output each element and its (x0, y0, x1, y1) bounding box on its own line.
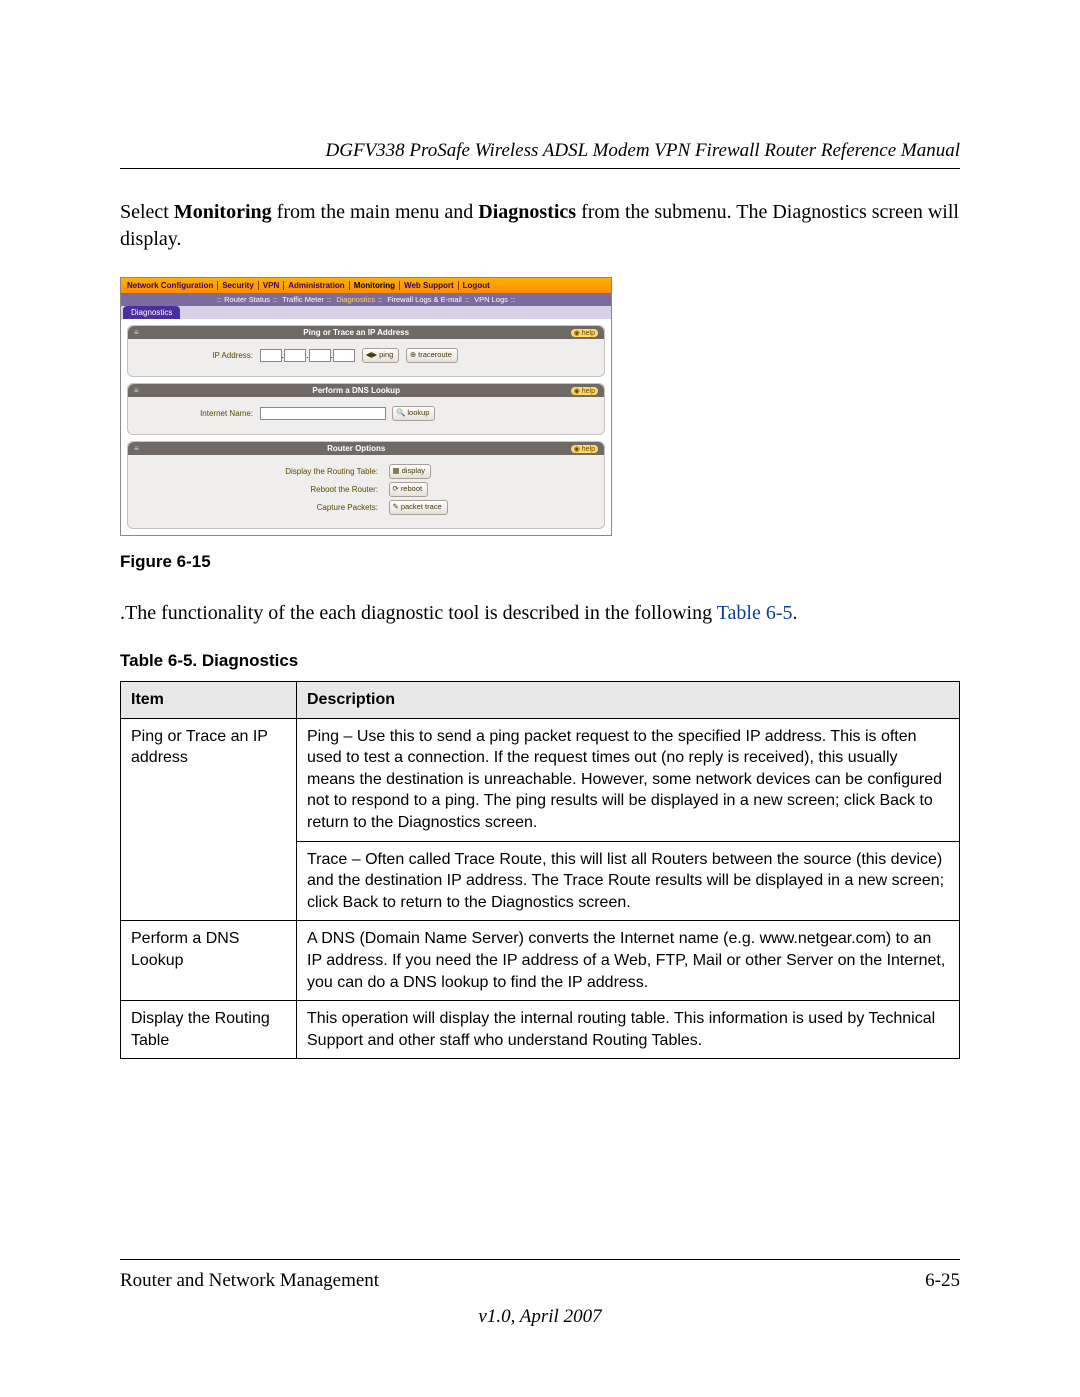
subnav-firewall-logs[interactable]: Firewall Logs & E-mail (384, 295, 465, 304)
main-menu-bar: Network Configuration Security VPN Admin… (121, 278, 611, 293)
table-caption: Table 6-5. Diagnostics (120, 651, 960, 671)
traceroute-icon: ⊕ (410, 350, 416, 359)
submenu-bar: ::Router Status:: Traffic Meter:: Diagno… (121, 293, 611, 306)
ip-address-label: IP Address: (138, 351, 253, 360)
capture-label: Capture Packets: (138, 503, 378, 512)
nav-security[interactable]: Security (217, 281, 258, 290)
cell-item: Display the Routing Table (121, 1001, 297, 1059)
subnav-router-status[interactable]: Router Status (221, 295, 273, 304)
traceroute-button[interactable]: ⊕traceroute (406, 348, 458, 363)
nav-vpn[interactable]: VPN (258, 281, 283, 290)
reboot-label: Reboot the Router: (138, 485, 378, 494)
tab-diagnostics[interactable]: Diagnostics (123, 306, 180, 319)
ip-octet-2[interactable] (284, 349, 306, 362)
nav-web-support[interactable]: Web Support (399, 281, 458, 290)
figure-caption: Figure 6-15 (120, 552, 960, 572)
diagnostics-table: Item Description Ping or Trace an IP add… (120, 681, 960, 1059)
ip-octet-1[interactable] (260, 349, 282, 362)
panel-router-options: Router Options ◉ help Display the Routin… (127, 441, 605, 529)
routing-table-label: Display the Routing Table: (138, 467, 378, 476)
th-description: Description (297, 682, 960, 719)
internet-name-input[interactable] (260, 407, 386, 420)
ip-octet-3[interactable] (309, 349, 331, 362)
table-icon: ▦ (393, 466, 400, 475)
cell-desc: This operation will display the internal… (297, 1001, 960, 1059)
panel-title: Perform a DNS Lookup (312, 386, 400, 395)
packet-trace-button[interactable]: ✎packet trace (389, 500, 448, 515)
display-button[interactable]: ▦display (389, 464, 431, 479)
internet-name-label: Internet Name: (138, 409, 253, 418)
panel-ping-trace: Ping or Trace an IP Address ◉ help IP Ad… (127, 325, 605, 377)
power-icon: ⟳ (393, 484, 399, 493)
text: from the main menu and (272, 201, 479, 223)
help-link[interactable]: ◉ help (571, 329, 598, 337)
lookup-button[interactable]: 🔍lookup (392, 406, 435, 421)
nav-network-configuration[interactable]: Network Configuration (123, 281, 217, 290)
subnav-diagnostics[interactable]: Diagnostics (333, 295, 378, 304)
subnav-traffic-meter[interactable]: Traffic Meter (279, 295, 327, 304)
cell-desc: Trace – Often called Trace Route, this w… (297, 841, 960, 921)
th-item: Item (121, 682, 297, 719)
ping-icon: ◀▶ (366, 350, 378, 359)
page-footer: Router and Network Management 6-25 v1.0,… (120, 1259, 960, 1328)
ping-button[interactable]: ◀▶ping (362, 348, 400, 363)
table-link[interactable]: Table 6-5 (717, 602, 793, 624)
subnav-vpn-logs[interactable]: VPN Logs (471, 295, 511, 304)
capture-icon: ✎ (393, 502, 399, 511)
panel-dns-lookup: Perform a DNS Lookup ◉ help Internet Nam… (127, 383, 605, 435)
panel-title: Router Options (327, 444, 385, 453)
running-head: DGFV338 ProSafe Wireless ADSL Modem VPN … (120, 140, 960, 169)
nav-logout[interactable]: Logout (458, 281, 494, 290)
bold-diagnostics: Diagnostics (478, 201, 576, 223)
nav-monitoring[interactable]: Monitoring (349, 281, 399, 290)
footer-page-number: 6-25 (925, 1270, 960, 1292)
panel-title: Ping or Trace an IP Address (303, 328, 409, 337)
intro-paragraph: Select Monitoring from the main menu and… (120, 199, 960, 253)
help-link[interactable]: ◉ help (571, 445, 598, 453)
footer-version: v1.0, April 2007 (120, 1306, 960, 1328)
ip-octet-4[interactable] (333, 349, 355, 362)
nav-administration[interactable]: Administration (283, 281, 348, 290)
cell-item: Perform a DNS Lookup (121, 921, 297, 1001)
diagnostics-screenshot: Network Configuration Security VPN Admin… (120, 277, 612, 536)
text: Select (120, 201, 174, 223)
functionality-paragraph: .The functionality of the each diagnosti… (120, 600, 960, 627)
cell-desc: Ping – Use this to send a ping packet re… (297, 718, 960, 841)
cell-desc: A DNS (Domain Name Server) converts the … (297, 921, 960, 1001)
search-icon: 🔍 (396, 408, 405, 417)
cell-item: Ping or Trace an IP address (121, 718, 297, 921)
bold-monitoring: Monitoring (174, 201, 272, 223)
help-link[interactable]: ◉ help (571, 387, 598, 395)
text: .The functionality of the each diagnosti… (120, 602, 717, 624)
footer-section: Router and Network Management (120, 1270, 379, 1292)
text: . (793, 602, 798, 624)
reboot-button[interactable]: ⟳reboot (389, 482, 429, 497)
